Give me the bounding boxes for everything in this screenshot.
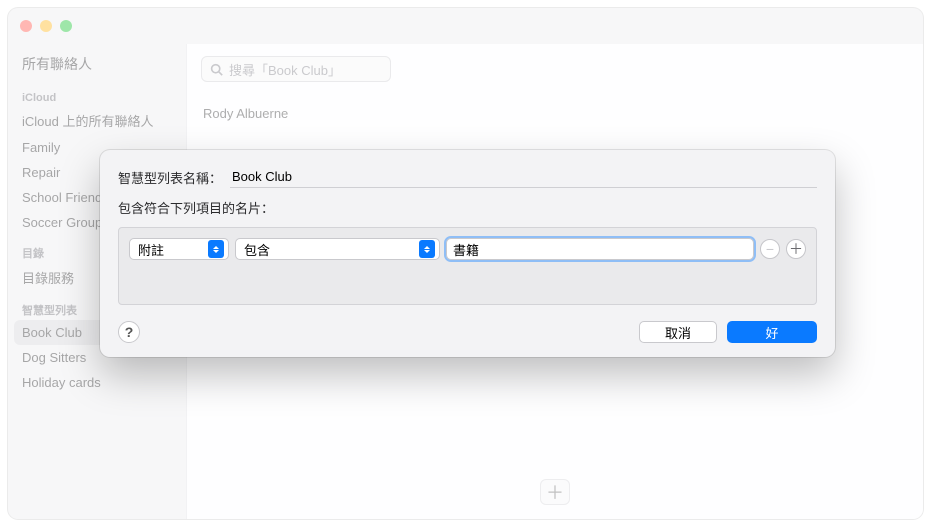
rule-field-select[interactable]: 附註 [129,238,229,260]
plus-icon: ＋ [546,479,564,505]
search-input[interactable]: 搜尋「Book Club」 [201,56,391,82]
search-placeholder: 搜尋「Book Club」 [229,60,341,79]
rule-operator-value: 包含 [244,240,270,259]
zoom-icon[interactable] [60,20,72,32]
window-controls [20,20,72,32]
chevron-updown-icon [419,240,435,258]
help-button[interactable]: ? [118,321,140,343]
sidebar-item-icloud-all[interactable]: iCloud 上的所有聯絡人 [8,106,186,135]
smart-list-editor-sheet: 智慧型列表名稱： 包含符合下列項目的名片： 附註 包含 − ＋ ? [100,150,835,357]
smart-list-name-label: 智慧型列表名稱： [118,168,222,187]
cancel-button[interactable]: 取消 [639,321,717,343]
ok-button[interactable]: 好 [727,321,817,343]
sidebar-item-holiday-cards[interactable]: Holiday cards [8,370,186,395]
rule-operator-select[interactable]: 包含 [235,238,440,260]
chevron-updown-icon [208,240,224,258]
rule-value-input[interactable] [446,238,754,260]
contact-row[interactable]: Rody Albuerne [201,82,909,129]
titlebar [8,8,923,44]
remove-rule-button[interactable]: − [760,239,780,259]
search-icon [210,63,223,76]
contains-cards-label: 包含符合下列項目的名片： [118,198,274,217]
plus-icon: ＋ [789,242,803,256]
close-icon[interactable] [20,20,32,32]
add-rule-button[interactable]: ＋ [786,239,806,259]
question-icon: ? [125,324,134,340]
minimize-icon[interactable] [40,20,52,32]
sidebar-section-icloud: iCloud [8,82,186,106]
rule-field-value: 附註 [138,240,164,259]
rule-row: 附註 包含 − ＋ [129,238,806,260]
rules-container: 附註 包含 − ＋ [118,227,817,305]
smart-list-name-input[interactable] [230,166,817,188]
add-contact-button[interactable]: ＋ [540,479,570,505]
sidebar-all-contacts[interactable]: 所有聯絡人 [8,48,186,82]
minus-icon: − [766,242,774,256]
